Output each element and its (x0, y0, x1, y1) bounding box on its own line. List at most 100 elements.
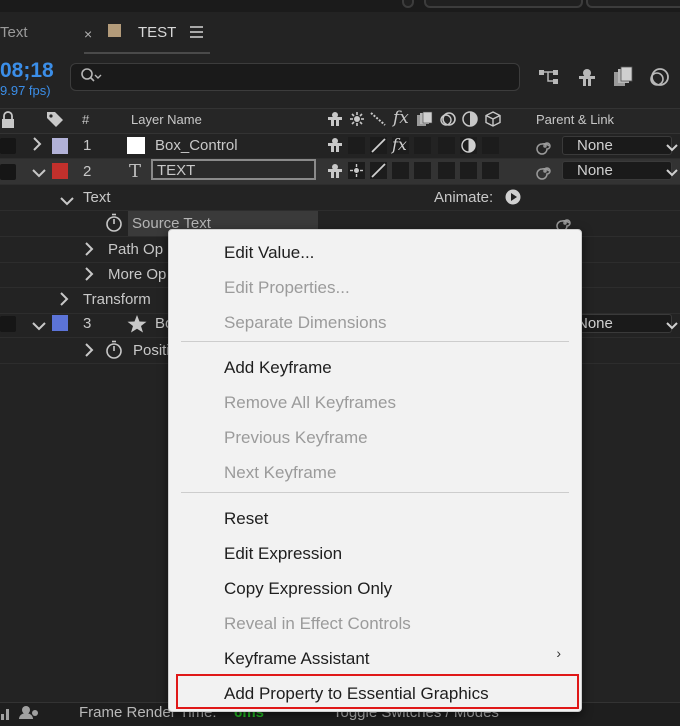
current-time-display[interactable]: 08;18 (0, 59, 54, 83)
layer-label-color[interactable] (52, 138, 68, 154)
composition-flowchart-icon[interactable] (538, 66, 560, 88)
menu-item-keyframe-assistant[interactable]: Keyframe Assistant (224, 649, 370, 669)
effects-switch[interactable] (392, 162, 409, 179)
menu-separator (181, 341, 569, 342)
property-name[interactable]: Positi (133, 342, 170, 359)
quality-switch[interactable] (370, 137, 387, 154)
effects-fx-icon[interactable]: fx (393, 108, 409, 128)
adjustment-layer-icon[interactable] (462, 111, 478, 132)
shape-layer-star-icon (127, 315, 147, 338)
label-tag-icon[interactable] (45, 110, 65, 133)
av-switch[interactable] (0, 164, 16, 180)
parent-dropdown[interactable]: None (562, 136, 672, 155)
shy-switch-icon[interactable] (326, 137, 344, 158)
layer-label-color[interactable] (52, 163, 68, 179)
render-graph-icon[interactable] (0, 705, 14, 726)
pick-whip-icon[interactable] (536, 162, 554, 185)
layer-number: 1 (83, 137, 92, 154)
property-group-label: Transform (83, 291, 151, 308)
parent-dropdown[interactable]: None (562, 161, 672, 180)
adjustment-layer-switch[interactable] (460, 162, 477, 179)
menu-item-next-keyframe: Next Keyframe (224, 463, 337, 482)
chevron-right-icon[interactable] (84, 343, 94, 362)
chevron-down-icon[interactable] (60, 193, 74, 211)
quality-switch[interactable] (370, 162, 387, 179)
motion-blur-icon[interactable] (648, 66, 670, 88)
chevron-down-icon[interactable] (666, 318, 678, 336)
effects-fx-icon[interactable]: fx (392, 137, 409, 154)
menu-item-separate-dimensions: Separate Dimensions (224, 313, 387, 332)
animate-play-icon[interactable] (505, 189, 521, 210)
frame-blending-icon[interactable] (612, 66, 634, 88)
stopwatch-icon[interactable] (105, 213, 123, 238)
search-input[interactable] (70, 63, 520, 91)
chevron-down-icon[interactable] (32, 165, 46, 183)
chevron-right-icon[interactable] (59, 292, 69, 311)
shy-switch-icon[interactable] (326, 163, 344, 184)
stopwatch-icon[interactable] (105, 340, 123, 365)
collapse-transform-icon[interactable] (349, 111, 365, 132)
menu-item-edit-properties: Edit Properties... (224, 278, 350, 297)
property-group-label: Text (83, 189, 111, 206)
shy-layers-icon[interactable] (576, 66, 598, 88)
menu-item-edit-expression[interactable]: Edit Expression (224, 544, 342, 564)
collapse-switch[interactable] (348, 137, 365, 154)
property-group-label: Path Op (108, 241, 164, 258)
chevron-down-icon[interactable] (666, 140, 678, 158)
shy-switch-icon[interactable] (326, 111, 344, 132)
search-icon[interactable] (80, 67, 104, 90)
frame-blend-switch-icon[interactable] (416, 111, 434, 132)
3d-layer-switch[interactable] (482, 137, 499, 154)
adjustment-layer-icon[interactable] (460, 137, 477, 154)
chevron-right-icon[interactable] (84, 242, 94, 261)
tab-previous[interactable]: Text (0, 24, 28, 41)
top-panel-dropdown[interactable] (586, 0, 680, 8)
3d-layer-icon[interactable] (485, 111, 501, 132)
menu-item-edit-value[interactable]: Edit Value... (224, 243, 314, 263)
layer-name[interactable]: TEXT (157, 162, 195, 179)
av-switch[interactable] (0, 316, 16, 332)
submenu-arrow-icon: › (556, 645, 561, 661)
property-group-label: More Op (108, 266, 167, 283)
pick-whip-icon[interactable] (536, 137, 554, 160)
user-tools-icon[interactable] (18, 704, 40, 725)
menu-item-remove-all-keyframes: Remove All Keyframes (224, 393, 396, 412)
motion-blur-switch[interactable] (438, 162, 455, 179)
chevron-down-icon[interactable] (32, 318, 46, 336)
tab-test-composition[interactable]: TEST (138, 24, 176, 41)
menu-item-reveal-in-effect-controls: Reveal in Effect Controls (224, 614, 411, 633)
panel-tab-bar (0, 12, 680, 56)
collapse-transform-icon[interactable] (348, 162, 365, 179)
av-switch[interactable] (0, 138, 16, 154)
layer-label-color[interactable] (52, 315, 68, 331)
layer-number: 3 (83, 315, 92, 332)
motion-blur-switch[interactable] (438, 137, 455, 154)
panel-menu-icon[interactable] (190, 26, 203, 41)
menu-item-reset[interactable]: Reset (224, 509, 268, 529)
chevron-down-icon[interactable] (666, 165, 678, 183)
composition-color-icon (108, 24, 121, 37)
menu-item-add-keyframe[interactable]: Add Keyframe (224, 358, 332, 378)
column-header-index: # (82, 112, 90, 127)
menu-separator (181, 492, 569, 493)
active-tab-indicator (84, 52, 210, 54)
chevron-right-icon[interactable] (84, 267, 94, 286)
3d-layer-switch[interactable] (482, 162, 499, 179)
close-icon[interactable]: × (84, 26, 92, 42)
menu-item-copy-expression-only[interactable]: Copy Expression Only (224, 579, 392, 599)
animate-menu-label[interactable]: Animate: (434, 189, 493, 206)
highlight-box (176, 674, 579, 709)
menu-item-previous-keyframe: Previous Keyframe (224, 428, 368, 447)
column-header-layer-name[interactable]: Layer Name (131, 112, 202, 127)
column-header-parent-link[interactable]: Parent & Link (536, 112, 614, 127)
frame-rate-display: 9.97 fps) (0, 83, 51, 98)
chevron-right-icon[interactable] (32, 137, 42, 154)
quality-icon[interactable] (370, 112, 386, 131)
frame-blend-switch[interactable] (414, 137, 431, 154)
lock-icon[interactable] (0, 111, 16, 134)
layer-name[interactable]: Box_Control (155, 137, 238, 154)
top-panel-field[interactable] (424, 0, 583, 8)
context-menu: Edit Value... Edit Properties... Separat… (168, 229, 582, 712)
motion-blur-switch-icon[interactable] (439, 111, 457, 132)
frame-blend-switch[interactable] (414, 162, 431, 179)
